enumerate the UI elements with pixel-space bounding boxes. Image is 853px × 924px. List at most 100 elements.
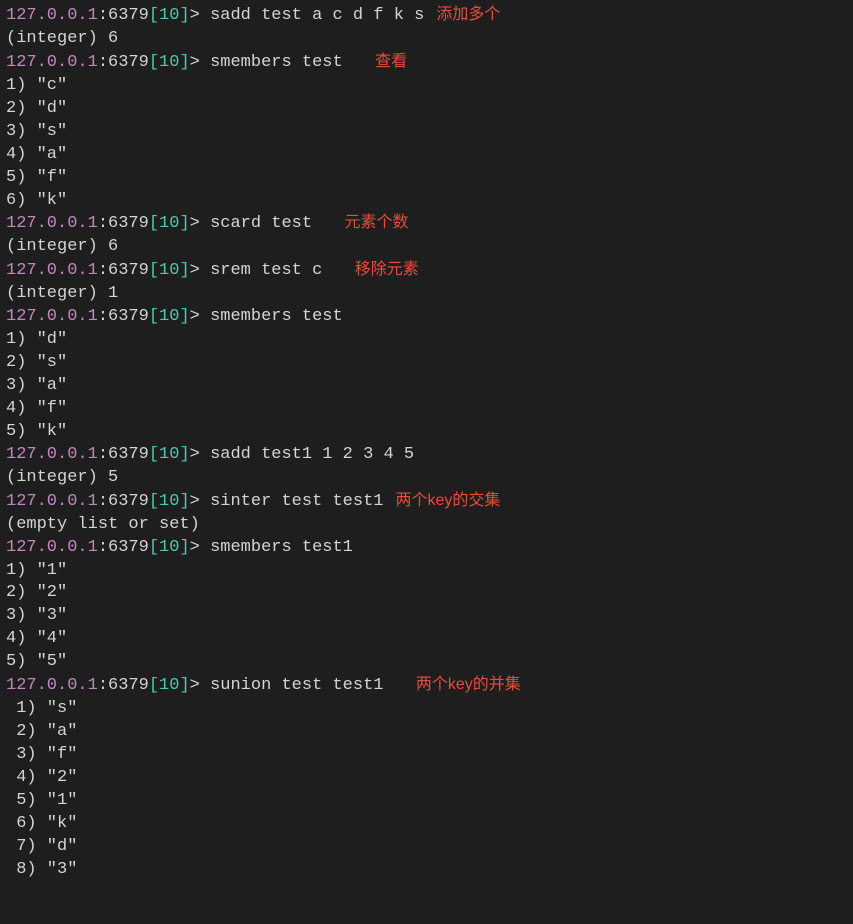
output-line: 2) "2" xyxy=(6,582,847,605)
output-line: 1) "1" xyxy=(6,560,847,583)
output-line: 8) "3" xyxy=(6,859,847,882)
command-text: smembers test xyxy=(210,53,343,72)
output-text: 1) "d" xyxy=(6,330,67,349)
prompt-port: :6379 xyxy=(98,214,149,233)
output-line: 5) "f" xyxy=(6,167,847,190)
prompt-port: :6379 xyxy=(98,445,149,464)
prompt-host: 127.0.0.1 xyxy=(6,307,98,326)
prompt-db-number: 10 xyxy=(159,538,179,557)
command-line: 127.0.0.1:6379[10]> scard test 元素个数 xyxy=(6,212,847,236)
output-text: 5) "f" xyxy=(6,168,67,187)
output-text: 7) "d" xyxy=(6,837,77,856)
command-line: 127.0.0.1:6379[10]> srem test c 移除元素 xyxy=(6,259,847,283)
output-line: 4) "a" xyxy=(6,144,847,167)
output-text: (empty list or set) xyxy=(6,515,200,534)
output-text: 6) "k" xyxy=(6,191,67,210)
prompt-arrow: > xyxy=(190,6,210,25)
output-text: 4) "4" xyxy=(6,629,67,648)
prompt-host: 127.0.0.1 xyxy=(6,53,98,72)
prompt-db-number: 10 xyxy=(159,676,179,695)
command-text: sadd test1 1 2 3 4 5 xyxy=(210,445,414,464)
output-text: 5) "k" xyxy=(6,422,67,441)
output-line: 6) "k" xyxy=(6,813,847,836)
prompt-host: 127.0.0.1 xyxy=(6,6,98,25)
output-line: (empty list or set) xyxy=(6,514,847,537)
output-text: 4) "2" xyxy=(6,768,77,787)
prompt-host: 127.0.0.1 xyxy=(6,261,98,280)
output-text: 4) "f" xyxy=(6,399,67,418)
prompt-host: 127.0.0.1 xyxy=(6,492,98,511)
output-line: 5) "1" xyxy=(6,790,847,813)
prompt-bracket-close: ] xyxy=(179,6,189,25)
prompt-bracket-open: [ xyxy=(149,53,159,72)
output-line: (integer) 6 xyxy=(6,28,847,51)
prompt-bracket-open: [ xyxy=(149,445,159,464)
command-line: 127.0.0.1:6379[10]> sadd test1 1 2 3 4 5 xyxy=(6,444,847,467)
prompt-port: :6379 xyxy=(98,53,149,72)
prompt-arrow: > xyxy=(190,53,210,72)
annotation-label: 两个key的并集 xyxy=(416,674,521,696)
prompt-arrow: > xyxy=(190,445,210,464)
output-text: (integer) 5 xyxy=(6,468,118,487)
prompt-port: :6379 xyxy=(98,492,149,511)
prompt-bracket-open: [ xyxy=(149,676,159,695)
output-text: (integer) 6 xyxy=(6,29,118,48)
prompt-host: 127.0.0.1 xyxy=(6,676,98,695)
output-line: 2) "d" xyxy=(6,98,847,121)
output-text: 6) "k" xyxy=(6,814,77,833)
output-line: 3) "3" xyxy=(6,605,847,628)
prompt-arrow: > xyxy=(190,214,210,233)
prompt-bracket-open: [ xyxy=(149,261,159,280)
output-line: 6) "k" xyxy=(6,190,847,213)
prompt-host: 127.0.0.1 xyxy=(6,214,98,233)
prompt-bracket-close: ] xyxy=(179,214,189,233)
prompt-arrow: > xyxy=(190,676,210,695)
prompt-bracket-open: [ xyxy=(149,538,159,557)
output-text: 1) "c" xyxy=(6,76,67,95)
prompt-db-number: 10 xyxy=(159,307,179,326)
prompt-bracket-close: ] xyxy=(179,676,189,695)
output-text: 4) "a" xyxy=(6,145,67,164)
prompt-bracket-open: [ xyxy=(149,492,159,511)
output-text: (integer) 6 xyxy=(6,237,118,256)
output-text: 3) "f" xyxy=(6,745,77,764)
output-text: 5) "5" xyxy=(6,652,67,671)
prompt-bracket-open: [ xyxy=(149,307,159,326)
output-line: 5) "5" xyxy=(6,651,847,674)
output-line: 4) "2" xyxy=(6,767,847,790)
prompt-port: :6379 xyxy=(98,6,149,25)
annotation-label: 两个key的交集 xyxy=(396,490,501,512)
output-line: 4) "f" xyxy=(6,398,847,421)
prompt-db-number: 10 xyxy=(159,445,179,464)
output-line: 4) "4" xyxy=(6,628,847,651)
annotation-label: 元素个数 xyxy=(345,212,409,234)
prompt-db-number: 10 xyxy=(159,214,179,233)
output-text: 2) "a" xyxy=(6,722,77,741)
command-line: 127.0.0.1:6379[10]> sinter test test1两个k… xyxy=(6,490,847,514)
command-text: sinter test test1 xyxy=(210,492,383,511)
prompt-host: 127.0.0.1 xyxy=(6,445,98,464)
prompt-port: :6379 xyxy=(98,261,149,280)
output-line: 3) "f" xyxy=(6,744,847,767)
annotation-label: 查看 xyxy=(375,51,407,73)
output-text: 1) "s" xyxy=(6,699,77,718)
annotation-label: 添加多个 xyxy=(436,4,500,26)
output-text: 3) "3" xyxy=(6,606,67,625)
prompt-arrow: > xyxy=(190,492,210,511)
output-line: 5) "k" xyxy=(6,421,847,444)
output-line: (integer) 1 xyxy=(6,283,847,306)
command-text: sadd test a c d f k s xyxy=(210,6,424,25)
output-line: 1) "c" xyxy=(6,75,847,98)
command-text: smembers test1 xyxy=(210,538,353,557)
output-text: 3) "s" xyxy=(6,122,67,141)
prompt-arrow: > xyxy=(190,538,210,557)
terminal-output[interactable]: 127.0.0.1:6379[10]> sadd test a c d f k … xyxy=(6,4,847,882)
command-text: scard test xyxy=(210,214,312,233)
output-line: (integer) 5 xyxy=(6,467,847,490)
prompt-db-number: 10 xyxy=(159,53,179,72)
command-line: 127.0.0.1:6379[10]> smembers test xyxy=(6,306,847,329)
output-line: 1) "s" xyxy=(6,698,847,721)
prompt-arrow: > xyxy=(190,307,210,326)
command-line: 127.0.0.1:6379[10]> smembers test1 xyxy=(6,537,847,560)
prompt-bracket-open: [ xyxy=(149,214,159,233)
